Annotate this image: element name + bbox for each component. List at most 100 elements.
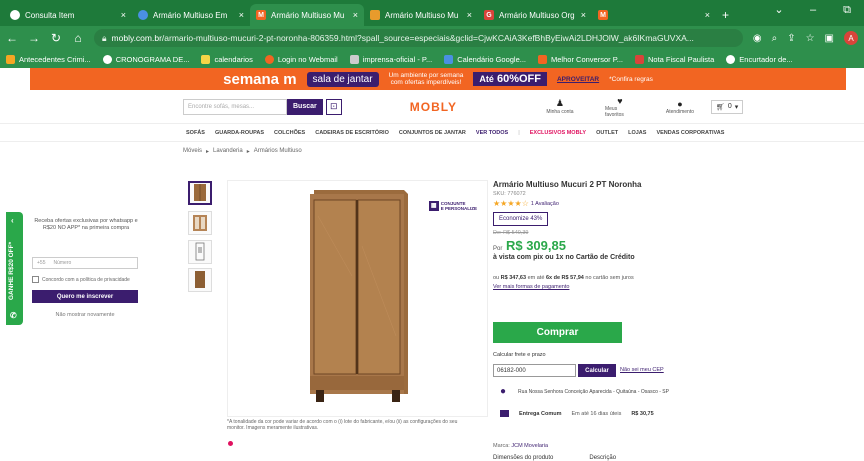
home-icon[interactable]: ⌂ [72, 31, 84, 45]
promo-banner[interactable]: semana m sala de jantar Um ambiente por … [30, 68, 846, 90]
star-rating-icon: ★★★★☆ [493, 199, 529, 208]
browser-tab[interactable]: Consulta Item × [4, 4, 132, 26]
promo-pill: sala de jantar [306, 71, 379, 87]
close-tab-icon[interactable]: × [115, 10, 126, 20]
bookmark-star-icon[interactable]: ☆ [806, 33, 815, 44]
pix-note: à vista com pix ou 1x no Cartão de Crédi… [493, 254, 635, 261]
discount-side-tab[interactable]: ‹ GANHE R$20 OFF* ✆ [6, 212, 23, 325]
category-item[interactable]: CADEIRAS DE ESCRITÓRIO [315, 130, 389, 136]
bookmark-item[interactable]: Antecedentes Crimi... [6, 54, 91, 64]
promo-fine-print[interactable]: *Confira regras [609, 76, 653, 83]
account-link[interactable]: ♟ Minha conta [545, 98, 575, 115]
product-main-image[interactable]: ▦ CONJUNTE E PERSONALIZE [227, 180, 488, 417]
tab-favicon-icon: G [484, 10, 494, 20]
google-lens-icon[interactable]: ◉ [753, 33, 762, 44]
close-tab-icon[interactable]: × [233, 10, 244, 20]
address-toolbar: ← → ↻ ⌂ 🔒︎ mobly.com.br /armario-multius… [0, 26, 864, 50]
product-thumbnail[interactable] [188, 240, 212, 264]
product-info-tabs: Dimensões do produto Descrição [493, 455, 616, 461]
zoom-icon[interactable]: ⌕ [772, 33, 778, 44]
more-payment-link[interactable]: Ver mais formas de pagamento [493, 284, 693, 290]
dismiss-link[interactable]: Não mostrar novamente [32, 312, 138, 318]
breadcrumb-item[interactable]: Móveis [183, 148, 202, 154]
review-count[interactable]: 1 Avaliação [531, 201, 559, 207]
bookmark-item[interactable]: Calendário Google... [444, 54, 526, 64]
bookmark-favicon-icon [6, 54, 15, 64]
camera-search-icon[interactable]: ⊡ [325, 98, 342, 115]
search-button[interactable]: Buscar [287, 98, 323, 115]
category-item[interactable]: EXCLUSIVOS MOBLY [530, 130, 586, 136]
bookmarks-bar: Antecedentes Crimi... CRONOGRAMA DE... c… [0, 50, 864, 68]
category-item[interactable]: VER TODOS [476, 130, 508, 136]
tab-search-icon[interactable]: ⌄ [762, 0, 796, 20]
category-item[interactable]: GUARDA-ROUPAS [215, 130, 264, 136]
browser-tab[interactable]: Armário Multiuso Em × [132, 4, 250, 26]
favorites-link[interactable]: ♥ Meus favoritos [605, 96, 635, 118]
browser-tab-active[interactable]: M Armário Multiuso Mu × [250, 4, 364, 26]
carousel-dot[interactable] [228, 441, 233, 446]
phone-input[interactable]: +55 Número [32, 257, 138, 269]
unknown-cep-link[interactable]: Não sei meu CEP [620, 367, 664, 373]
bookmark-item[interactable]: Melhor Conversor P... [538, 54, 623, 64]
close-tab-icon[interactable]: × [347, 10, 358, 20]
cep-input[interactable]: 06182-000 [493, 364, 576, 377]
browser-tab[interactable]: G Armário Multiuso Org × [478, 4, 592, 26]
discount-tab-label: GANHE R$20 OFF* [8, 241, 15, 300]
buy-button[interactable]: Comprar [493, 322, 622, 343]
calculate-button[interactable]: Calcular [578, 364, 616, 377]
category-item[interactable]: OUTLET [596, 130, 618, 136]
browser-tab[interactable]: M × [592, 4, 716, 26]
restore-icon[interactable]: ⧉ [830, 0, 864, 20]
share-icon[interactable]: ⇪ [787, 33, 795, 44]
forward-icon[interactable]: → [28, 31, 40, 45]
cart-button[interactable]: 🛒︎ 0 ▾ [710, 99, 744, 114]
bookmark-item[interactable]: Encurtador de... [726, 54, 793, 64]
brand-link[interactable]: JCM Movelaria [511, 443, 548, 449]
subscribe-button[interactable]: Quero me inscrever [32, 290, 138, 303]
rating[interactable]: ★★★★☆ 1 Avaliação [493, 199, 693, 208]
bookmark-item[interactable]: imprensa-oficial - P... [349, 54, 432, 64]
bookmark-favicon-icon [538, 54, 548, 64]
chevron-right-icon: ▸ [206, 148, 210, 155]
tab-dimensions[interactable]: Dimensões do produto [493, 455, 553, 461]
browser-tab[interactable]: Armário Multiuso Mu × [364, 4, 478, 26]
service-link[interactable]: ● Atendimento [665, 99, 695, 115]
close-tab-icon[interactable]: × [575, 10, 586, 20]
product-thumbnail[interactable] [188, 211, 212, 235]
installments: ou R$ 347,63 em até 6x de R$ 57,94 no ca… [493, 275, 634, 281]
back-icon[interactable]: ← [6, 31, 18, 45]
profile-avatar[interactable]: A [844, 31, 858, 45]
bookmark-item[interactable]: Nota Fiscal Paulista [635, 54, 714, 64]
breadcrumb-item[interactable]: Armários Multiuso [254, 148, 302, 154]
close-tab-icon[interactable]: × [461, 10, 472, 20]
bookmark-item[interactable]: calendarios [201, 54, 253, 64]
category-item[interactable]: CONJUNTOS DE JANTAR [399, 130, 466, 136]
close-tab-icon[interactable]: × [699, 10, 710, 20]
breadcrumb-item[interactable]: Lavanderia [213, 148, 243, 154]
search-input[interactable]: Encontre sofás, mesas... [183, 98, 287, 115]
category-item[interactable]: COLCHÕES [274, 130, 305, 136]
browser-tab-strip: Consulta Item × Armário Multiuso Em × M … [0, 0, 864, 26]
sidebar-icon[interactable]: ▣ [825, 33, 834, 44]
category-item[interactable]: LOJAS [628, 130, 646, 136]
category-item[interactable]: VENDAS CORPORATIVAS [656, 130, 724, 136]
mobly-logo[interactable]: MOBLY [410, 100, 457, 114]
checkbox-icon[interactable] [32, 276, 39, 283]
product-thumbnail[interactable] [188, 268, 212, 292]
cart-icon: 🛒︎ [715, 103, 725, 111]
consent-checkbox[interactable]: Concordo com a política de privacidade [32, 276, 130, 283]
bookmark-item[interactable]: CRONOGRAMA DE... [102, 54, 189, 64]
address-bar[interactable]: 🔒︎ mobly.com.br /armario-multiuso-mucuri… [94, 29, 743, 47]
promo-cta[interactable]: APROVEITAR [557, 76, 599, 83]
product-thumbnail[interactable] [188, 181, 212, 205]
new-tab-button[interactable]: + [716, 4, 738, 26]
promo-title: semana m [223, 70, 297, 88]
tab-description[interactable]: Descrição [589, 455, 616, 461]
category-item[interactable]: SOFÁS [186, 130, 205, 136]
bookmark-item[interactable]: Login no Webmail [264, 54, 338, 64]
reload-icon[interactable]: ↻ [50, 31, 62, 45]
country-code[interactable]: +55 [37, 260, 45, 266]
customize-badge[interactable]: ▦ CONJUNTE E PERSONALIZE [428, 201, 477, 211]
heart-icon: ♥ [617, 95, 623, 106]
minimize-icon[interactable]: – [796, 0, 830, 20]
